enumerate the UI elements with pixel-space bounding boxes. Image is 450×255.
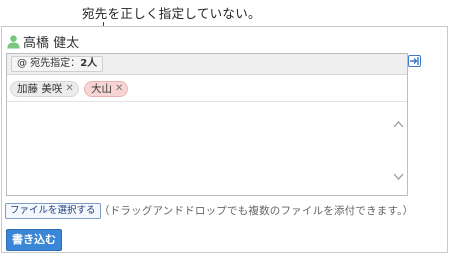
recipient-chip[interactable]: 加藤 美咲 ✕ <box>10 81 79 97</box>
chevron-up-icon[interactable] <box>393 120 404 128</box>
recipient-list: 加藤 美咲 ✕ 大山 ✕ <box>7 75 407 102</box>
comment-textarea[interactable] <box>7 102 407 195</box>
compose-box: @ 宛先指定：2人 加藤 美咲 ✕ 大山 ✕ <box>6 53 408 196</box>
user-name: 高橋 健太 <box>23 36 80 51</box>
choose-file-button[interactable]: ファイルを選択する <box>5 203 101 219</box>
close-icon[interactable]: ✕ <box>115 82 123 96</box>
recipient-name: 加藤 美咲 <box>17 83 63 95</box>
submit-button[interactable]: 書き込む <box>6 229 62 251</box>
user-icon <box>7 35 20 49</box>
user-header: 高橋 健太 <box>6 32 79 51</box>
recipient-chip-invalid[interactable]: 大山 ✕ <box>84 81 129 97</box>
attach-hint: （ドラッグアンドドロップでも複数のファイルを添付できます。） <box>99 205 414 217</box>
recipient-name: 大山 <box>91 83 112 95</box>
mention-count: 2人 <box>80 58 98 69</box>
close-icon[interactable]: ✕ <box>65 82 73 96</box>
mention-bar: @ 宛先指定：2人 <box>7 54 407 75</box>
expand-editor-button[interactable] <box>408 55 421 67</box>
mention-label: @ 宛先指定： <box>17 58 81 69</box>
annotation-text: 宛先を正しく指定していない。 <box>82 6 261 21</box>
expand-icon <box>410 57 419 65</box>
mention-button[interactable]: @ 宛先指定：2人 <box>11 56 104 72</box>
chevron-down-icon[interactable] <box>393 173 404 181</box>
